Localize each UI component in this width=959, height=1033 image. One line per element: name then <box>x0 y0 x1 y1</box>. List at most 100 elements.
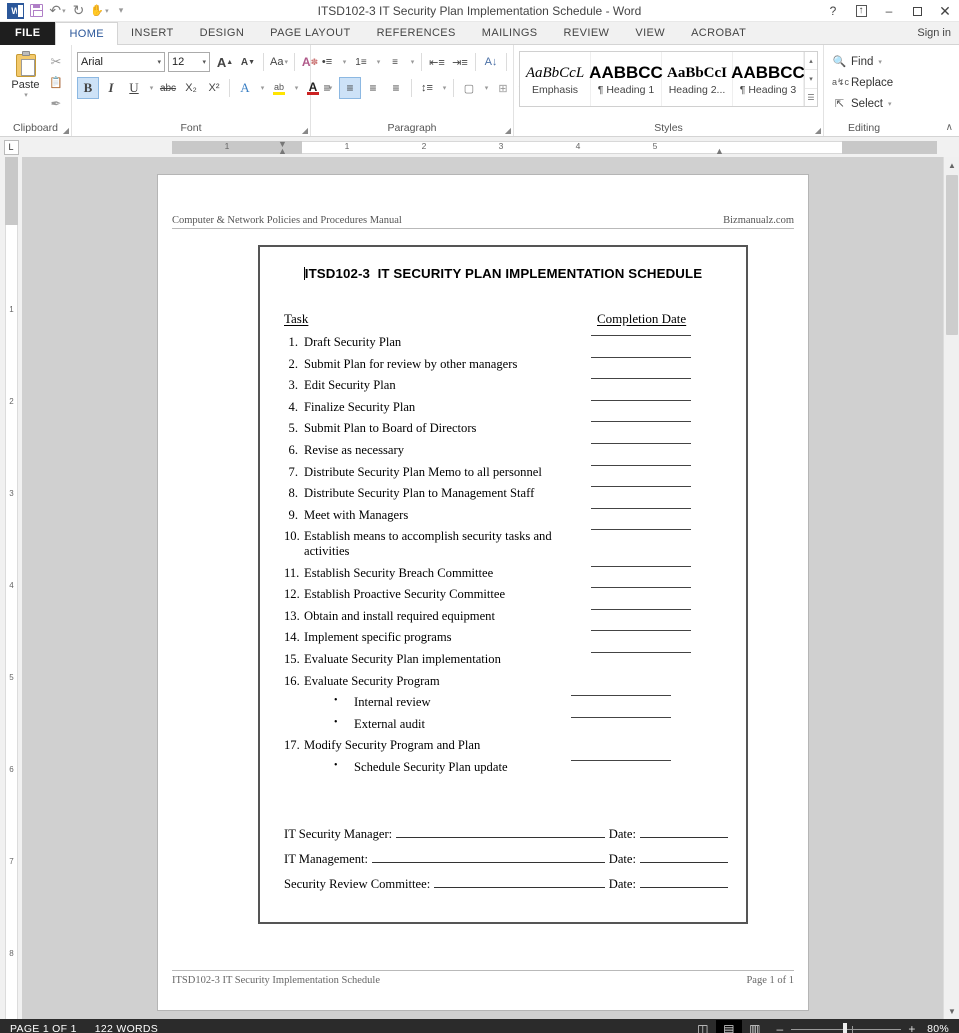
borders-icon[interactable]: ⊞ <box>492 77 514 99</box>
paste-button[interactable]: Paste ▾ <box>5 49 46 99</box>
collapse-ribbon-icon[interactable]: ∧ <box>946 122 953 133</box>
document-content-frame[interactable]: ITSD102-3 IT SECURITY PLAN IMPLEMENTATIO… <box>258 245 748 924</box>
multilevel-caret-icon[interactable]: ▾ <box>407 51 417 73</box>
completion-date-line[interactable] <box>591 651 691 653</box>
help-icon[interactable]: ? <box>819 0 847 22</box>
task-row[interactable]: 6. Revise as necessary <box>284 442 722 458</box>
document-page[interactable]: Computer & Network Policies and Procedur… <box>158 175 808 1010</box>
tab-insert[interactable]: INSERT <box>118 22 187 45</box>
completion-date-line[interactable] <box>571 759 671 761</box>
task-row[interactable]: • Schedule Security Plan update <box>284 759 722 775</box>
task-row[interactable]: • External audit <box>284 716 722 732</box>
customize-qat-icon[interactable]: ▾ <box>110 1 131 20</box>
read-mode-view-icon[interactable]: ◫ <box>690 1020 716 1033</box>
styles-scroll-down-icon[interactable]: ▾ <box>805 70 817 89</box>
shading-icon[interactable]: ▢ <box>458 77 480 99</box>
zoom-slider-thumb[interactable] <box>843 1022 847 1033</box>
align-left-icon[interactable]: ≡ <box>316 77 338 99</box>
minimize-button[interactable]: – <box>875 0 903 22</box>
tab-file[interactable]: FILE <box>0 22 56 45</box>
scroll-up-icon[interactable]: ▲ <box>944 157 959 173</box>
task-row[interactable]: 15. Evaluate Security Plan implementatio… <box>284 651 722 667</box>
task-row[interactable]: 1. Draft Security Plan <box>284 335 722 350</box>
task-row[interactable]: 17. Modify Security Program and Plan <box>284 738 722 753</box>
document-canvas[interactable]: Computer & Network Policies and Procedur… <box>22 157 959 1019</box>
clipboard-dialog-launcher[interactable]: ◢ <box>63 126 69 135</box>
completion-date-line[interactable] <box>591 356 691 358</box>
styles-dialog-launcher[interactable]: ◢ <box>815 126 821 135</box>
signature-date-line[interactable] <box>640 850 728 863</box>
change-case-icon[interactable]: Aa ▾ <box>268 51 290 73</box>
task-row[interactable]: 9. Meet with Managers <box>284 507 722 523</box>
tab-home[interactable]: HOME <box>55 22 119 45</box>
shading-caret-icon[interactable]: ▾ <box>481 77 491 99</box>
vertical-ruler[interactable]: 1 2 3 4 5 6 7 8 <box>0 157 22 1019</box>
task-row[interactable]: 10. Establish means to accomplish securi… <box>284 529 722 559</box>
task-row[interactable]: 7. Distribute Security Plan Memo to all … <box>284 464 722 480</box>
save-icon[interactable] <box>26 1 47 20</box>
completion-date-line[interactable] <box>571 695 671 697</box>
highlight-caret-icon[interactable]: ▾ <box>291 77 301 99</box>
strikethrough-button[interactable]: abc <box>157 77 179 99</box>
ribbon-display-options-icon[interactable]: ↑ <box>847 0 875 22</box>
subscript-button[interactable]: X₂ <box>180 77 202 99</box>
tab-design[interactable]: DESIGN <box>186 22 258 45</box>
increase-indent-icon[interactable]: ⇥≡ <box>449 51 471 73</box>
horizontal-ruler[interactable]: 1 1 2 3 4 5 ▼ ▲ ▲ <box>22 137 959 157</box>
vertical-scrollbar[interactable]: ▲ ▼ <box>943 157 959 1019</box>
line-spacing-icon[interactable]: ↕≡ <box>416 77 438 99</box>
decrease-indent-icon[interactable]: ⇤≡ <box>426 51 448 73</box>
find-button[interactable]: 🔍 Find ▾ <box>829 51 885 72</box>
copy-icon[interactable]: 📋 <box>46 73 66 92</box>
highlight-color-icon[interactable]: ab <box>268 77 290 99</box>
underline-button[interactable]: U <box>123 77 145 99</box>
paste-caret-icon[interactable]: ▾ <box>24 91 28 99</box>
tab-mailings[interactable]: MAILINGS <box>468 22 551 45</box>
task-row[interactable]: 11. Establish Security Breach Committee <box>284 565 722 581</box>
word-count[interactable]: 122 WORDS <box>95 1023 158 1033</box>
font-size-caret-icon[interactable]: ▾ <box>202 58 206 66</box>
sign-in-button[interactable]: Sign in <box>909 22 959 45</box>
task-row[interactable]: 2. Submit Plan for review by other manag… <box>284 356 722 372</box>
font-name-caret-icon[interactable]: ▾ <box>157 58 161 66</box>
tab-page-layout[interactable]: PAGE LAYOUT <box>257 22 364 45</box>
style-heading-3[interactable]: AABBCC ¶ Heading 3 <box>731 52 805 106</box>
superscript-button[interactable]: X² <box>203 77 225 99</box>
tab-acrobat[interactable]: ACROBAT <box>678 22 760 45</box>
task-row[interactable]: 12. Establish Proactive Security Committ… <box>284 587 722 602</box>
signature-date-line[interactable] <box>640 825 728 838</box>
web-layout-view-icon[interactable]: ▥ <box>742 1020 768 1033</box>
find-caret-icon[interactable]: ▾ <box>878 58 882 66</box>
close-button[interactable]: ✕ <box>931 0 959 22</box>
task-row[interactable]: • Internal review <box>284 695 722 710</box>
font-dialog-launcher[interactable]: ◢ <box>302 126 308 135</box>
justify-icon[interactable]: ≡ <box>385 77 407 99</box>
completion-date-line[interactable] <box>591 421 691 423</box>
completion-date-line[interactable] <box>591 442 691 444</box>
word-logo-icon[interactable]: W <box>5 1 26 20</box>
grow-font-icon[interactable]: A ▲ <box>214 51 236 73</box>
redo-icon[interactable]: ↻ <box>68 1 89 20</box>
hanging-indent-marker[interactable]: ▲ <box>278 146 287 156</box>
maximize-button[interactable] <box>903 0 931 22</box>
format-painter-icon[interactable]: ✒ <box>46 94 66 113</box>
task-row[interactable]: 13. Obtain and install required equipmen… <box>284 608 722 624</box>
select-button[interactable]: ⇱ Select ▾ <box>829 93 894 114</box>
cut-icon[interactable]: ✂ <box>46 52 66 71</box>
bullets-caret-icon[interactable]: ▾ <box>339 51 349 73</box>
tab-view[interactable]: VIEW <box>622 22 679 45</box>
completion-date-line[interactable] <box>591 565 691 567</box>
right-indent-marker[interactable]: ▲ <box>715 146 724 156</box>
font-name-combo[interactable]: Arial ▾ <box>77 52 165 72</box>
task-row[interactable]: 8. Distribute Security Plan to Managemen… <box>284 486 722 501</box>
tab-references[interactable]: REFERENCES <box>363 22 469 45</box>
styles-scroll-up-icon[interactable]: ▴ <box>805 52 817 71</box>
styles-more-icon[interactable]: ☰ <box>805 89 817 106</box>
tab-stop-selector[interactable]: L <box>0 137 22 157</box>
align-center-icon[interactable]: ≡ <box>339 77 361 99</box>
page-indicator[interactable]: PAGE 1 OF 1 <box>10 1023 77 1033</box>
touch-mode-icon[interactable]: ✋ ▾ <box>89 1 110 20</box>
replace-button[interactable]: a↯c Replace <box>829 72 896 93</box>
undo-icon[interactable]: ↶ ▾ <box>47 1 68 20</box>
task-row[interactable]: 16. Evaluate Security Program <box>284 674 722 689</box>
